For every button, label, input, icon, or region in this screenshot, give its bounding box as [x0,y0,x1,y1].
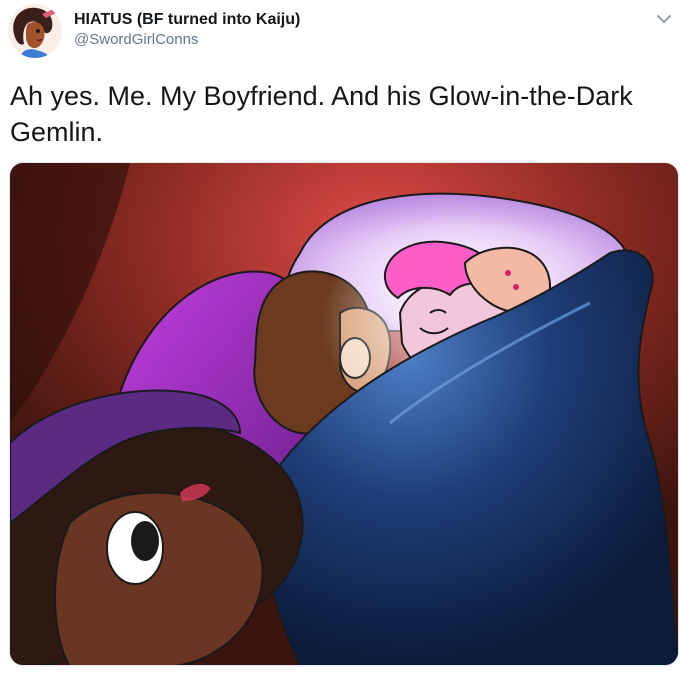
display-name[interactable]: HIATUS (BF turned into Kaiju) [74,10,300,29]
chevron-down-icon[interactable] [656,12,672,24]
avatar-illustration [8,4,62,58]
tweet-text: Ah yes. Me. My Boyfriend. And his Glow-i… [10,81,633,147]
author-info: HIATUS (BF turned into Kaiju) @SwordGirl… [74,10,300,49]
tweet-image[interactable] [9,162,679,666]
avatar[interactable] [8,4,62,58]
tweet-card: HIATUS (BF turned into Kaiju) @SwordGirl… [0,0,680,680]
bedroom-illustration [10,163,678,665]
user-handle[interactable]: @SwordGirlConns [74,31,300,49]
